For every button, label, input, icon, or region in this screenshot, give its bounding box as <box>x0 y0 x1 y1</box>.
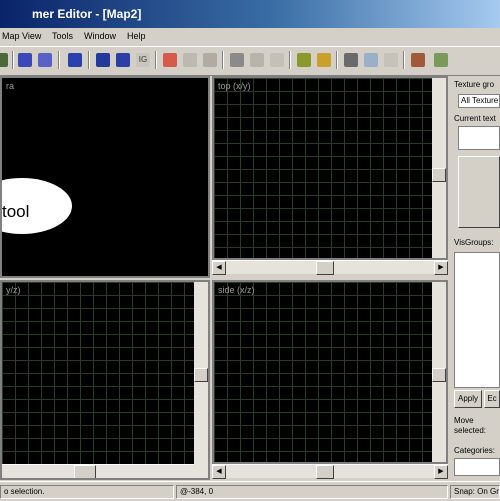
side-viewport-vthumb[interactable] <box>432 368 446 382</box>
texture-panel: Texture gro All Texture Current text Vis… <box>450 76 500 480</box>
copy-icon[interactable] <box>250 53 264 67</box>
menu-view[interactable]: View <box>22 31 41 41</box>
menu-help[interactable]: Help <box>127 31 146 41</box>
current-texture-label: Current text <box>454 114 496 123</box>
side-viewport[interactable]: side (x/z) <box>212 280 448 464</box>
menu-window[interactable]: Window <box>84 31 116 41</box>
camera-viewport-label: ra <box>6 81 15 91</box>
apply-button[interactable]: Apply <box>454 390 482 408</box>
carve-icon[interactable] <box>203 53 217 67</box>
status-coordinates: @-384, 0 <box>176 485 448 499</box>
scroll-left-arrow-icon[interactable]: ◀ <box>212 465 226 479</box>
top-viewport-grid <box>214 78 446 258</box>
select-box-icon[interactable] <box>344 53 358 67</box>
window-title: mer Editor - [Map2] <box>32 7 142 21</box>
texture-lock-icon[interactable]: IG <box>136 53 150 67</box>
texture-preview <box>458 156 500 228</box>
front-viewport-hthumb[interactable] <box>74 465 96 478</box>
texture-group-label: Texture gro <box>454 80 495 89</box>
toolbar: IG <box>0 46 500 76</box>
visgroups-list[interactable] <box>454 252 500 388</box>
grid-smaller-icon[interactable] <box>297 53 311 67</box>
toolbar-separator <box>155 51 157 69</box>
select-face-icon[interactable] <box>38 53 52 67</box>
prefab-icon[interactable] <box>411 53 425 67</box>
ungroup-icon[interactable] <box>116 53 130 67</box>
top-viewport-vthumb[interactable] <box>432 168 446 182</box>
toolbar-separator <box>12 51 14 69</box>
front-viewport-label: y/z) <box>6 285 21 295</box>
menu-map[interactable]: Map <box>2 31 20 41</box>
tool-partial-icon[interactable] <box>0 53 8 67</box>
scroll-right-arrow-icon[interactable]: ▶ <box>434 261 448 275</box>
scroll-right-arrow-icon[interactable]: ▶ <box>434 465 448 479</box>
status-snap: Snap: On Gr <box>450 485 500 499</box>
toolbar-separator <box>289 51 291 69</box>
edit-button[interactable]: Ec <box>484 390 500 408</box>
toolbar-separator <box>58 51 60 69</box>
front-viewport-grid <box>2 282 208 478</box>
scroll-left-arrow-icon[interactable]: ◀ <box>212 261 226 275</box>
menu-tools[interactable]: Tools <box>52 31 73 41</box>
top-viewport-label: top (x/y) <box>218 81 251 91</box>
cube-icon[interactable] <box>68 53 82 67</box>
menu-bar: Map View Tools Window Help <box>0 28 500 45</box>
move-selected-label: Move selected: <box>454 416 487 435</box>
zoom-icon[interactable] <box>364 53 378 67</box>
top-viewport-hthumb[interactable] <box>316 261 334 275</box>
texture-group-select[interactable]: All Texture <box>458 94 500 108</box>
camera-icon[interactable] <box>163 53 177 67</box>
group-icon[interactable] <box>96 53 110 67</box>
current-texture-field[interactable] <box>458 126 500 150</box>
side-viewport-grid <box>214 282 446 462</box>
categories-field[interactable] <box>454 458 500 476</box>
front-viewport-vscroll[interactable] <box>194 282 208 478</box>
tool-callout-text: tool <box>2 202 30 221</box>
top-viewport-hscroll[interactable]: ◀ ▶ <box>212 260 448 275</box>
toolbar-separator <box>222 51 224 69</box>
visgroups-label: VisGroups: <box>454 238 494 247</box>
side-viewport-label: side (x/z) <box>218 285 255 295</box>
title-bar: mer Editor - [Map2] <box>0 0 500 28</box>
categories-label: Categories: <box>454 446 495 455</box>
cut-icon[interactable] <box>230 53 244 67</box>
light-icon[interactable] <box>434 53 448 67</box>
side-viewport-hthumb[interactable] <box>316 465 334 479</box>
front-viewport[interactable]: y/z) <box>0 280 210 480</box>
toolbar-separator <box>336 51 338 69</box>
toolbar-separator <box>88 51 90 69</box>
paste-icon[interactable] <box>270 53 284 67</box>
top-viewport[interactable]: top (x/y) <box>212 76 448 260</box>
status-bar: o selection. @-384, 0 Snap: On Gr <box>0 481 500 501</box>
clip-icon[interactable] <box>183 53 197 67</box>
top-viewport-vscroll[interactable] <box>432 78 446 258</box>
front-viewport-hscroll[interactable] <box>2 464 194 478</box>
front-viewport-vthumb[interactable] <box>194 368 208 382</box>
grid-larger-icon[interactable] <box>317 53 331 67</box>
toolbar-separator <box>403 51 405 69</box>
texture-apply-icon[interactable] <box>384 53 398 67</box>
camera-viewport[interactable]: ra tool <box>0 76 210 278</box>
side-viewport-hscroll[interactable]: ◀ ▶ <box>212 464 448 479</box>
status-message: o selection. <box>0 485 174 499</box>
select-brush-icon[interactable] <box>18 53 32 67</box>
side-viewport-vscroll[interactable] <box>432 282 446 462</box>
